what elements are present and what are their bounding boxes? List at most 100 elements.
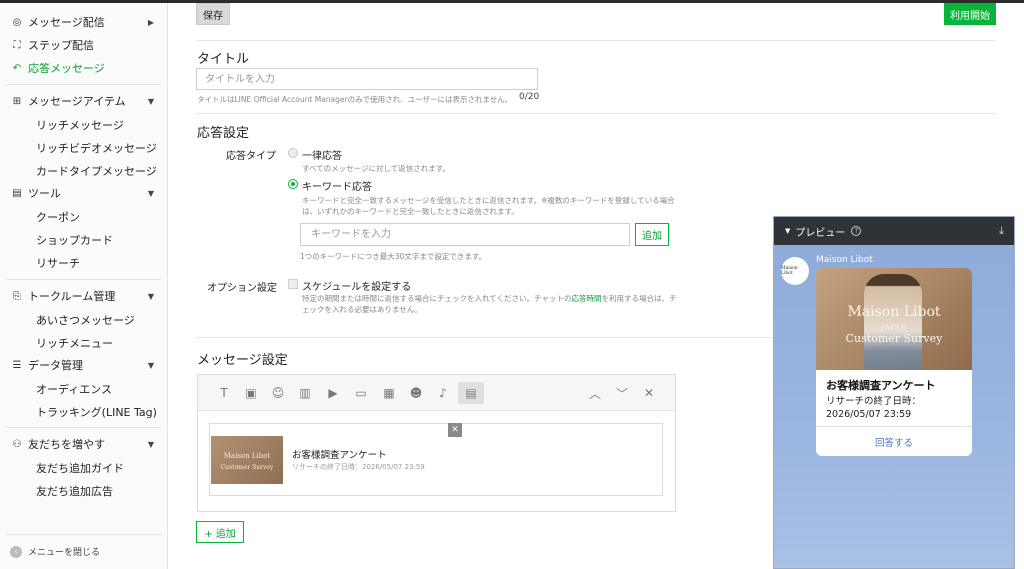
sidebar-item-card-type[interactable]: カードタイプメッセージ: [36, 162, 157, 180]
keyword-response-desc-2: は、いずれかのキーワードと完全一致したときに返信されます。: [302, 207, 519, 216]
research-icon[interactable]: ▤: [458, 382, 484, 404]
chevron-left-icon: ‹: [10, 545, 22, 558]
message-editor: T ▣ ☺ ▥ ▶ ▭ ▦ ☻ ♪ ▤ ︿ ﹀ ✕ Maison Libot C…: [197, 374, 676, 512]
smile-icon[interactable]: ☻: [408, 385, 424, 401]
divider: [6, 534, 162, 535]
sidebar-item-shop-card[interactable]: ショップカード: [36, 231, 113, 249]
save-button[interactable]: 保存: [196, 3, 230, 25]
divider: [196, 40, 996, 41]
sidebar-item-broadcast[interactable]: ◎ メッセージ配信 ▶: [0, 12, 168, 32]
coupon-icon[interactable]: ▥: [297, 385, 313, 401]
sidebar-item-rich-menu[interactable]: リッチメニュー: [36, 334, 113, 352]
sidebar-item-label: 友だちを増やす: [28, 438, 105, 451]
video-icon[interactable]: ▶: [325, 385, 341, 401]
image-icon[interactable]: ▭: [353, 385, 369, 401]
response-hours-link[interactable]: 応答時間: [571, 294, 601, 303]
download-icon[interactable]: ⤓: [999, 224, 1004, 238]
sidebar-item-auto-reply[interactable]: ↶ 応答メッセージ: [0, 58, 168, 78]
sidebar-item-audience[interactable]: オーディエンス: [36, 380, 112, 398]
sidebar-item-tools[interactable]: ▤ ツール ▼: [0, 183, 168, 203]
start-using-button[interactable]: 利用開始: [944, 3, 996, 25]
chevron-down-icon: ▼: [147, 291, 154, 301]
sidebar-item-coupon[interactable]: クーポン: [36, 208, 80, 226]
keyword-response-label[interactable]: キーワード応答: [302, 178, 372, 193]
chevron-down-icon: ▼: [147, 439, 154, 449]
research-card-title: お客様調査アンケート: [292, 450, 387, 461]
response-settings-heading: 応答設定: [197, 126, 250, 141]
research-thumbnail: Maison Libot Customer Survey: [211, 436, 283, 484]
add-friend-icon: ⚇: [12, 438, 22, 450]
preview-card-title: お客様調査アンケート: [826, 379, 936, 392]
sidebar-item-label: ツール: [28, 187, 61, 200]
sidebar-item-friend-guide[interactable]: 友だち追加ガイド: [36, 459, 124, 477]
research-card-subtitle: リサーチの終了日時：2026/05/07 23:59: [292, 463, 425, 471]
keyword-input[interactable]: [300, 223, 630, 246]
preview-panel: ▼ プレビュー ? ⤓ Maison Libot Maison Libot Ma…: [773, 216, 1015, 569]
sidebar-item-label: メッセージ配信: [28, 16, 105, 29]
image-country: JAPAN: [881, 324, 907, 331]
close-menu-button[interactable]: ‹ メニューを閉じる: [10, 545, 100, 558]
mic-icon[interactable]: ♪: [435, 385, 451, 401]
keyword-note: 1つのキーワードにつき最大30文字まで設定できます。: [300, 252, 487, 261]
thumb-title: Maison Libot: [223, 452, 271, 460]
radio-keyword-response[interactable]: [288, 179, 298, 189]
emoji-icon[interactable]: ☺: [270, 385, 286, 401]
editor-toolbar: T ▣ ☺ ▥ ▶ ▭ ▦ ☻ ♪ ▤ ︿ ﹀ ✕: [198, 375, 675, 411]
card-icon[interactable]: ▦: [381, 385, 397, 401]
radio-uniform-response[interactable]: [288, 148, 298, 158]
add-keyword-button[interactable]: 追加: [635, 223, 669, 246]
preview-card-subtitle: リサーチの終了日時： 2026/05/07 23:59: [826, 395, 921, 421]
response-type-label: 応答タイプ: [226, 151, 276, 162]
sticker-icon[interactable]: ▣: [243, 385, 259, 401]
sidebar-item-label: データ管理: [28, 359, 83, 372]
sidebar-item-label: 応答メッセージ: [28, 62, 105, 75]
database-icon: ☰: [12, 359, 22, 371]
sidebar-item-talkroom[interactable]: ⎘ トークルーム管理 ▼: [0, 286, 168, 306]
divider: [6, 427, 162, 428]
close-icon[interactable]: ✕: [641, 385, 657, 401]
option-settings-label: オプション設定: [207, 283, 277, 294]
chevron-up-icon[interactable]: ︿: [587, 385, 603, 401]
sidebar-item-label: ステップ配信: [28, 39, 94, 52]
uniform-response-label[interactable]: 一律応答: [302, 147, 342, 162]
step-icon: ⛶: [13, 39, 21, 51]
avatar: Maison Libot: [781, 257, 809, 285]
title-input[interactable]: [196, 68, 538, 90]
chevron-down-icon: ▼: [147, 96, 154, 106]
preview-title: プレビュー: [795, 227, 846, 239]
broadcast-icon: ◎: [12, 16, 22, 28]
caret-down-icon[interactable]: ▼: [785, 227, 790, 235]
sidebar-item-rich-message[interactable]: リッチメッセージ: [36, 116, 124, 134]
sidebar: ◎ メッセージ配信 ▶ ⛶ ステップ配信 ↶ 応答メッセージ ⊞ メッセージアイ…: [0, 3, 168, 569]
schedule-checkbox[interactable]: [288, 279, 298, 289]
reply-icon: ↶: [12, 62, 22, 74]
sidebar-item-message-items[interactable]: ⊞ メッセージアイテム ▼: [0, 91, 168, 111]
sidebar-item-step[interactable]: ⛶ ステップ配信: [0, 35, 168, 55]
research-card[interactable]: Maison Libot Customer Survey お客様調査アンケート …: [209, 423, 663, 496]
sidebar-item-research[interactable]: リサーチ: [36, 254, 80, 272]
preview-header: ▼ プレビュー ? ⤓: [774, 217, 1014, 245]
sidebar-item-label: トークルーム管理: [28, 290, 116, 303]
schedule-label[interactable]: スケジュールを設定する: [302, 278, 411, 293]
chevron-down-icon[interactable]: ﹀: [614, 385, 630, 401]
survey-image: Maison Libot JAPAN Customer Survey: [816, 268, 972, 370]
sidebar-item-add-friends[interactable]: ⚇ 友だちを増やす ▼: [0, 434, 168, 454]
sidebar-item-friend-ads[interactable]: 友だち追加広告: [36, 482, 113, 500]
title-note: タイトルはLINE Official Account Managerのみで使用さ…: [197, 95, 513, 104]
divider: [6, 279, 162, 280]
sidebar-item-greeting[interactable]: あいさつメッセージ: [36, 311, 135, 329]
sidebar-item-data[interactable]: ☰ データ管理 ▼: [0, 355, 168, 375]
sidebar-item-tracking[interactable]: トラッキング(LINE Tag): [36, 403, 157, 421]
schedule-desc-post: を利用する場合は、チ: [601, 294, 677, 303]
talkroom-icon: ⎘: [13, 290, 21, 302]
answer-button[interactable]: 回答する: [816, 427, 972, 456]
help-icon[interactable]: ?: [851, 226, 862, 236]
schedule-desc-pre: 特定の期間または時間に返信する場合にチェックを入れてください。チャットの: [302, 294, 572, 303]
preview-card: Maison Libot JAPAN Customer Survey お客様調査…: [816, 268, 972, 456]
remove-card-button[interactable]: ✕: [448, 423, 462, 437]
sidebar-item-rich-video[interactable]: リッチビデオメッセージ: [36, 139, 157, 157]
text-icon[interactable]: T: [216, 385, 232, 401]
image-brand: Maison Libot: [847, 304, 941, 320]
add-message-button[interactable]: + 追加: [196, 521, 244, 543]
preview-card-sub-2: 2026/05/07 23:59: [826, 409, 912, 420]
